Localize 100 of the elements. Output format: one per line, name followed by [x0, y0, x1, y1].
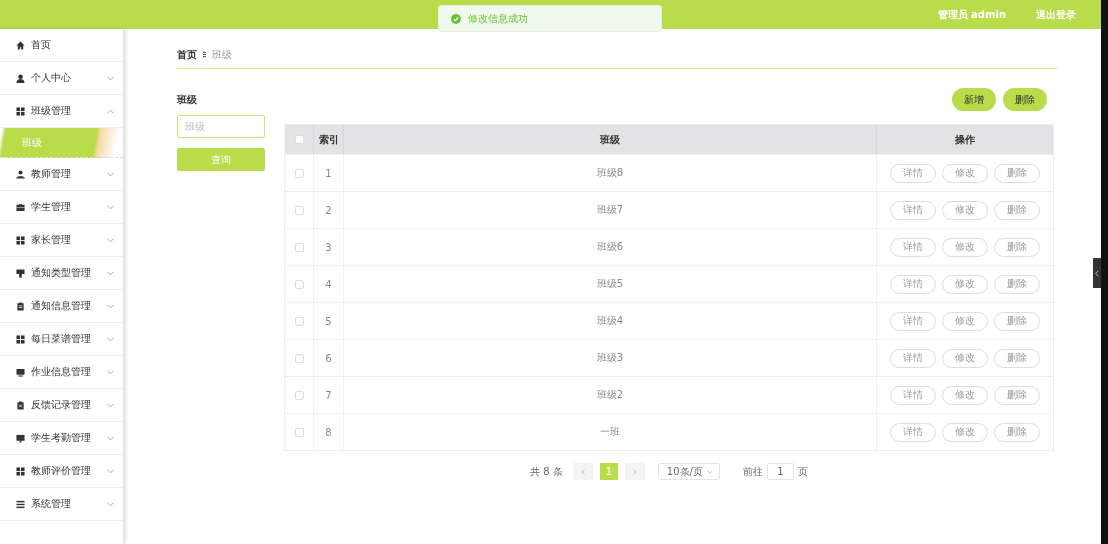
goto-label: 前往: [742, 464, 763, 479]
checkbox[interactable]: [294, 353, 304, 363]
column-header: 索引: [318, 132, 339, 147]
field-label: 班级: [177, 93, 198, 105]
table-cell: 班级3: [596, 351, 624, 365]
table-cell: 一班: [600, 425, 620, 439]
grid-icon: [16, 466, 25, 476]
checkbox[interactable]: [294, 168, 304, 178]
menu-item[interactable]: 学生考勤管理: [0, 422, 123, 455]
delete-button[interactable]: 删除: [994, 422, 1040, 442]
table-cell: 7: [325, 389, 332, 401]
prev-page-button[interactable]: [572, 463, 593, 480]
checkbox[interactable]: [294, 316, 304, 326]
total-count: 共 8 条: [530, 464, 563, 479]
search-button[interactable]: 查询: [177, 148, 265, 171]
delete-button[interactable]: 删除: [994, 200, 1040, 220]
class-input-field[interactable]: 班级: [177, 115, 265, 138]
details-button[interactable]: 详情: [890, 200, 936, 220]
page-button[interactable]: 1: [599, 463, 618, 480]
menu-item[interactable]: 家长管理: [0, 224, 123, 257]
delete-button[interactable]: 删除: [994, 385, 1040, 405]
table-cell: 班级5: [596, 277, 624, 291]
page-size-select[interactable]: 10条/页: [657, 463, 720, 480]
table-cell: 3: [325, 241, 332, 253]
details-button[interactable]: 详情: [890, 163, 936, 183]
menu-item[interactable]: 通知类型管理: [0, 257, 123, 290]
table-cell: 班级8: [596, 166, 624, 180]
details-button[interactable]: 详情: [890, 348, 936, 368]
edit-button[interactable]: 修改: [942, 274, 988, 294]
delete-button[interactable]: 删除: [994, 311, 1040, 331]
delete-button[interactable]: 删除: [994, 163, 1040, 183]
toast-message: 修改信息成功: [468, 11, 528, 26]
delete-button[interactable]: 删除: [1003, 88, 1047, 111]
menu-item[interactable]: 作业信息管理: [0, 356, 123, 389]
edit-button[interactable]: 修改: [942, 237, 988, 257]
logout-link[interactable]: 退出登录: [1036, 7, 1076, 22]
edit-button[interactable]: 修改: [942, 385, 988, 405]
checkbox[interactable]: [294, 427, 304, 437]
edit-button[interactable]: 修改: [942, 163, 988, 183]
column-header: 操作: [955, 132, 975, 147]
menu-item[interactable]: 每日菜谱管理: [0, 323, 123, 356]
details-button[interactable]: 详情: [890, 311, 936, 331]
table-cell: 4: [325, 278, 332, 290]
checkbox[interactable]: [294, 279, 304, 289]
monitor-icon: [16, 367, 25, 377]
menu-item[interactable]: 首页: [0, 29, 123, 62]
clipboard-icon: [16, 301, 25, 311]
table-cell: 5: [325, 315, 332, 327]
checkbox[interactable]: [294, 242, 304, 252]
edit-button[interactable]: 修改: [942, 311, 988, 331]
edit-button[interactable]: 修改: [942, 422, 988, 442]
next-page-button[interactable]: [624, 463, 645, 480]
collapse-tab[interactable]: [1093, 258, 1101, 288]
admin-label: 管理员 admin: [937, 7, 1006, 22]
details-button[interactable]: 详情: [890, 422, 936, 442]
menu-item[interactable]: 系统管理: [0, 488, 123, 521]
grid-icon: [16, 235, 25, 245]
monitor-icon: [16, 433, 25, 443]
menu-item[interactable]: 个人中心: [0, 62, 123, 95]
checkbox[interactable]: [294, 205, 304, 215]
separator-icon: [203, 51, 206, 58]
table-cell: 班级4: [596, 314, 624, 328]
checkbox[interactable]: [294, 135, 304, 144]
details-button[interactable]: 详情: [890, 237, 936, 257]
details-button[interactable]: 详情: [890, 385, 936, 405]
chevron-left-icon: [1095, 269, 1099, 277]
table-cell: 8: [325, 426, 332, 438]
delete-button[interactable]: 删除: [994, 237, 1040, 257]
chevron-right-icon: [632, 468, 637, 475]
menu-item[interactable]: 通知信息管理: [0, 290, 123, 323]
submenu-item[interactable]: 班级: [0, 128, 123, 158]
menu-item[interactable]: 教师管理: [0, 158, 123, 191]
user-icon: [16, 73, 25, 83]
success-icon: [451, 13, 461, 24]
menu-item[interactable]: 反馈记录管理: [0, 389, 123, 422]
checkbox[interactable]: [294, 390, 304, 400]
table-cell: 班级2: [596, 388, 624, 402]
sign-icon: [16, 268, 25, 278]
edit-button[interactable]: 修改: [942, 348, 988, 368]
details-button[interactable]: 详情: [890, 274, 936, 294]
breadcrumb-item[interactable]: 首页: [177, 47, 197, 62]
user-icon: [16, 169, 25, 179]
menu-item[interactable]: 学生管理: [0, 191, 123, 224]
menu-item[interactable]: 教师评价管理: [0, 455, 123, 488]
column-header: 班级: [600, 132, 620, 147]
breadcrumb-item: 班级: [212, 47, 232, 62]
add-button[interactable]: 新增: [952, 88, 996, 111]
menu-item[interactable]: 班级管理: [0, 95, 123, 128]
table-cell: 班级7: [596, 203, 624, 217]
list-icon: [16, 499, 25, 509]
page-input-field[interactable]: 1: [766, 463, 794, 480]
caret-down-icon: [706, 469, 713, 474]
page-unit-label: 页: [797, 464, 808, 479]
delete-button[interactable]: 删除: [994, 274, 1040, 294]
grid-icon: [16, 106, 25, 116]
grid-icon: [16, 334, 25, 344]
table-cell: 2: [325, 204, 332, 216]
delete-button[interactable]: 删除: [994, 348, 1040, 368]
table-cell: 班级6: [596, 240, 624, 254]
edit-button[interactable]: 修改: [942, 200, 988, 220]
